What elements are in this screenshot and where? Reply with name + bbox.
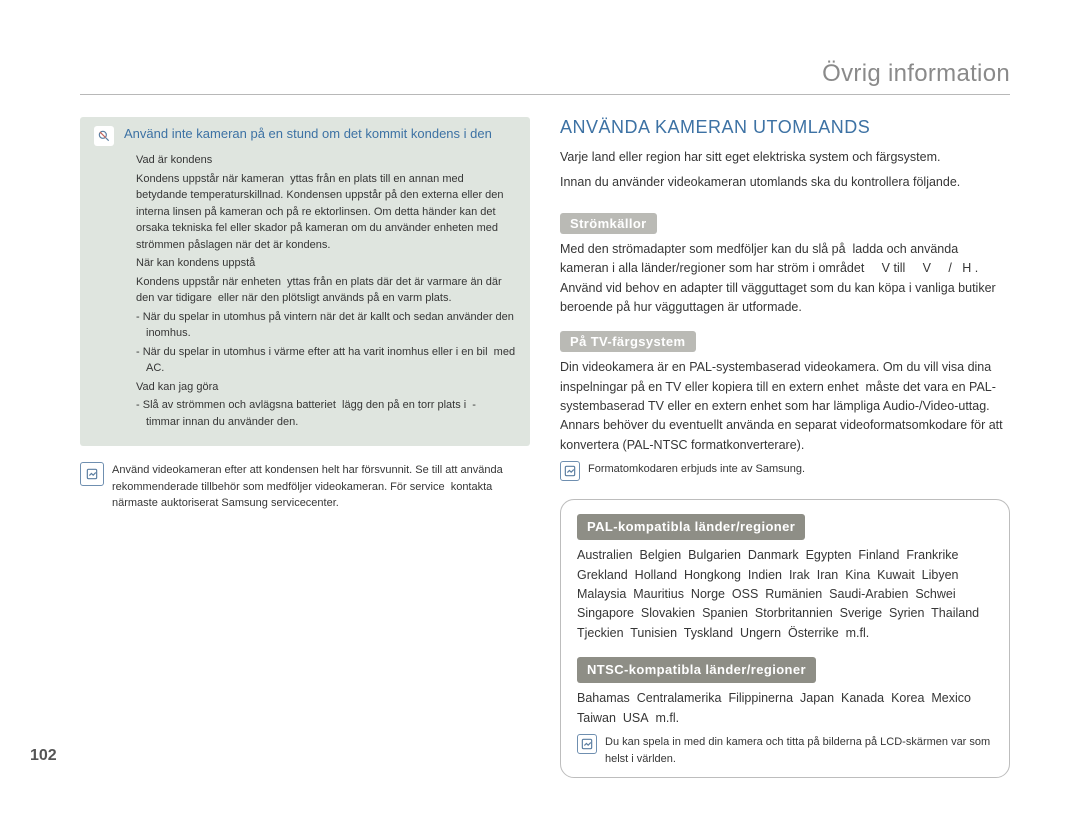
section-title: ANVÄNDA KAMERAN UTOMLANDS <box>560 117 1010 138</box>
two-column-layout: Använd inte kameran på en stund om det k… <box>80 117 1010 778</box>
ntsc-note-row: Du kan spela in med din kamera och titta… <box>577 734 993 767</box>
subheading-ntsc: NTSC-kompatibla länder/regioner <box>577 657 816 683</box>
note-icon <box>577 734 597 754</box>
ntsc-text: Bahamas Centralamerika Filippinerna Japa… <box>577 689 993 728</box>
warning-body: Vad är kondens Kondens uppstår när kamer… <box>94 152 516 430</box>
region-frame: PAL-kompatibla länder/regioner Australie… <box>560 499 1010 778</box>
warning-bullet: Slå av strömmen och avlägsna batteriet l… <box>136 397 516 430</box>
subheading-pal: PAL-kompatibla länder/regioner <box>577 514 805 540</box>
note-icon <box>560 461 580 481</box>
warning-box: Använd inte kameran på en stund om det k… <box>80 117 530 446</box>
intro-line: Varje land eller region har sitt eget el… <box>560 148 1010 167</box>
warning-subhead: Vad är kondens <box>136 152 516 169</box>
divider <box>80 94 1010 95</box>
warning-bullet: När du spelar in utomhus på vintern när … <box>136 309 516 342</box>
warning-title: Använd inte kameran på en stund om det k… <box>124 125 492 144</box>
ntsc-note-text: Du kan spela in med din kamera och titta… <box>605 734 993 767</box>
intro-block: Varje land eller region har sitt eget el… <box>560 148 1010 193</box>
warning-header: Använd inte kameran på en stund om det k… <box>94 125 516 146</box>
left-column: Använd inte kameran på en stund om det k… <box>80 117 530 778</box>
subheading-power: Strömkällor <box>560 213 657 234</box>
manual-page: Övrig information Använd inte kameran på… <box>0 0 1080 825</box>
note-icon <box>80 462 104 486</box>
tv-text: Din videokamera är en PAL-systembaserad … <box>560 358 1010 455</box>
pal-text: Australien Belgien Bulgarien Danmark Egy… <box>577 546 993 643</box>
warning-bullet: När du spelar in utomhus i värme efter a… <box>136 344 516 377</box>
right-column: ANVÄNDA KAMERAN UTOMLANDS Varje land ell… <box>560 117 1010 778</box>
note-row: Använd videokameran efter att kondensen … <box>80 462 530 512</box>
chapter-title: Övrig information <box>80 60 1010 88</box>
warning-text: Kondens uppstår när kameran yttas från e… <box>136 171 516 254</box>
power-text: Med den strömadapter som medföljer kan d… <box>560 240 1010 318</box>
warning-subhead: När kan kondens uppstå <box>136 255 516 272</box>
magnifier-no-icon <box>94 126 114 146</box>
note-text: Använd videokameran efter att kondensen … <box>112 462 530 512</box>
subheading-tv: På TV-färgsystem <box>560 331 696 352</box>
intro-line: Innan du använder videokameran utomlands… <box>560 173 1010 192</box>
page-number: 102 <box>30 747 57 765</box>
warning-subhead: Vad kan jag göra <box>136 379 516 396</box>
warning-text: Kondens uppstår när enheten yttas från e… <box>136 274 516 307</box>
tv-note-row: Formatomkodaren erbjuds inte av Samsung. <box>560 461 1010 481</box>
tv-note-text: Formatomkodaren erbjuds inte av Samsung. <box>588 461 805 478</box>
